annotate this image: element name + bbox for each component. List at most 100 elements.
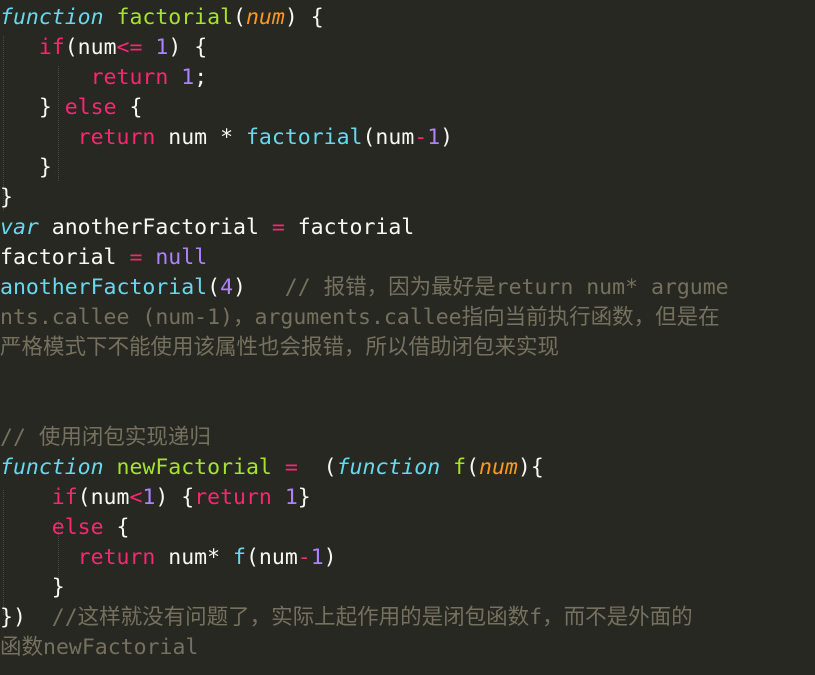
code-token-plain: (num — [245, 545, 298, 570]
code-token-punct: } — [297, 485, 311, 510]
code-token-kw: else — [64, 95, 117, 120]
code-line[interactable] — [0, 393, 815, 423]
code-token-kw: if — [51, 485, 78, 510]
code-token-plain: * — [207, 545, 221, 570]
code-token-punct: } — [0, 575, 65, 600]
code-line[interactable]: function factorial(num) { — [0, 3, 815, 33]
code-editor[interactable]: function factorial(num) { if(num<= 1) { … — [0, 0, 815, 675]
code-token-plain: (num — [362, 125, 415, 150]
code-token-punct: ) — [323, 545, 337, 570]
code-token-kw: <= — [116, 35, 143, 60]
code-line[interactable]: else { — [0, 513, 815, 543]
code-token-storage: function — [0, 455, 104, 480]
code-token-comment: // 使用闭包实现递归 — [0, 425, 211, 450]
code-token-punct: } — [0, 155, 52, 180]
code-token-num: 1 — [155, 35, 169, 60]
code-token-storage: function — [336, 455, 441, 480]
code-token-call: anotherFactorial — [0, 275, 208, 300]
code-line[interactable]: function newFactorial = (function f(num)… — [0, 453, 815, 483]
code-line[interactable]: }) //这样就没有问题了，实际上起作用的是闭包函数f，而不是外面的 — [0, 603, 815, 633]
code-token-punct: { — [103, 515, 130, 540]
code-token-plain: * — [220, 125, 234, 150]
code-token-punct: ( — [297, 455, 337, 480]
code-token-punct: { — [116, 95, 143, 120]
code-line[interactable]: // 使用闭包实现递归 — [0, 423, 815, 453]
code-token-kw: return — [194, 485, 272, 510]
code-token-punct: ( — [207, 275, 221, 300]
code-line[interactable]: } else { — [0, 93, 815, 123]
code-token-kw: < — [129, 485, 143, 510]
code-token-num: 1 — [181, 65, 195, 90]
code-token-plain: factorial — [0, 245, 130, 270]
code-token-call: factorial — [245, 125, 363, 150]
code-token-kw: else — [51, 515, 104, 540]
code-token-punct: ( — [466, 455, 480, 480]
code-token-plain: anotherFactorial — [38, 215, 272, 240]
code-token-kw: - — [297, 545, 311, 570]
code-token-punct: ) { — [155, 485, 195, 510]
code-token-fname: f — [453, 455, 467, 480]
code-line[interactable]: } — [0, 183, 815, 213]
code-line[interactable]: 严格模式下不能使用该属性也会报错，所以借助闭包来实现 — [0, 333, 815, 363]
code-line[interactable]: } — [0, 573, 815, 603]
code-token-punct: ){ — [517, 455, 544, 480]
code-token-param: num — [479, 455, 518, 480]
code-line[interactable]: if(num<= 1) { — [0, 33, 815, 63]
code-line[interactable]: factorial = null — [0, 243, 815, 273]
code-token-comment: //这样就没有问题了，实际上起作用的是闭包函数f，而不是外面的 — [25, 605, 693, 630]
code-token-num: 1 — [427, 125, 441, 150]
code-token-kw: = — [129, 245, 143, 270]
code-line[interactable]: anotherFactorial(4) // 报错，因为最好是return nu… — [0, 273, 815, 303]
code-token-kw: return — [77, 545, 156, 570]
code-line[interactable]: 函数newFactorial — [0, 633, 815, 663]
code-token-kw: = — [271, 215, 285, 240]
code-token-comment: // 报错，因为最好是return num* argume — [245, 275, 729, 300]
code-line[interactable]: nts.callee (num-1)，arguments.callee指向当前执… — [0, 303, 815, 333]
code-token-call: f — [233, 545, 246, 570]
code-token-num: 1 — [310, 545, 324, 570]
code-line[interactable]: } — [0, 153, 815, 183]
code-token-fname: newFactorial — [116, 455, 272, 480]
code-token-storage: var — [0, 215, 39, 240]
code-token-plain: (num — [64, 35, 117, 60]
code-token-plain: (num — [77, 485, 130, 510]
code-line[interactable] — [0, 363, 815, 393]
code-token-num: 1 — [142, 485, 156, 510]
code-line[interactable]: return num * factorial(num-1) — [0, 123, 815, 153]
code-token-plain: num — [155, 545, 208, 570]
code-token-punct: ; — [194, 65, 208, 90]
code-token-num: null — [155, 245, 208, 270]
code-token-kw: = — [284, 455, 298, 480]
code-token-kw: if — [38, 35, 65, 60]
code-line[interactable]: if(num<1) {return 1} — [0, 483, 815, 513]
code-token-num: 4 — [220, 275, 234, 300]
code-token-punct: ) { — [284, 5, 324, 30]
code-token-punct: ) { — [168, 35, 208, 60]
code-token-kw: return — [90, 65, 169, 90]
code-token-comment: 严格模式下不能使用该属性也会报错，所以借助闭包来实现 — [0, 335, 560, 360]
code-line[interactable]: return num* f(num-1) — [0, 543, 815, 573]
code-token-fname: factorial — [116, 5, 234, 30]
code-token-punct: }) — [0, 605, 26, 630]
code-token-plain: num — [155, 125, 221, 150]
code-token-punct: } — [0, 95, 65, 120]
code-line[interactable]: return 1; — [0, 63, 815, 93]
code-content[interactable]: function factorial(num) { if(num<= 1) { … — [0, 0, 815, 663]
code-token-punct: } — [0, 185, 13, 210]
code-line[interactable]: var anotherFactorial = factorial — [0, 213, 815, 243]
